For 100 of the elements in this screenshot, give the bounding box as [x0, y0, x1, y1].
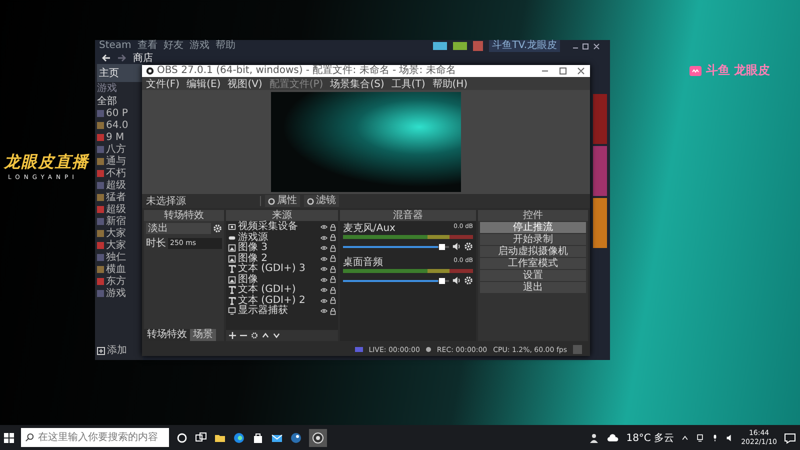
menu-item[interactable]: 帮助: [215, 40, 236, 52]
notification-icon[interactable]: [784, 432, 796, 444]
source-name[interactable]: 图像 2: [238, 254, 318, 264]
game-title[interactable]: 横血: [106, 264, 126, 275]
source-name[interactable]: 视频采集设备: [238, 222, 318, 232]
control-button[interactable]: 开始录制: [480, 234, 586, 245]
settings-icon[interactable]: [251, 332, 258, 339]
control-button[interactable]: 工作室模式: [480, 258, 586, 269]
game-title[interactable]: 不朽: [106, 168, 126, 179]
control-button[interactable]: 启动虚拟摄像机: [480, 246, 586, 257]
lock-icon[interactable]: [330, 286, 336, 294]
menu-item[interactable]: 编辑(E): [186, 76, 221, 90]
lock-icon[interactable]: [330, 297, 336, 304]
source-name[interactable]: 显示器捕获: [238, 306, 318, 316]
source-name[interactable]: 图像: [238, 274, 318, 285]
account-name[interactable]: 斗鱼TV.龙眼皮: [489, 40, 560, 52]
menu-item[interactable]: 视图(V): [228, 76, 262, 90]
eye-icon[interactable]: [320, 308, 328, 314]
eye-icon[interactable]: [320, 256, 328, 262]
game-title[interactable]: 猛者: [106, 192, 126, 203]
back-icon[interactable]: [101, 53, 111, 63]
menu-item[interactable]: Steam: [99, 40, 132, 52]
group-label[interactable]: 全部: [97, 96, 143, 107]
source-name[interactable]: 游戏源: [238, 232, 318, 243]
eye-icon[interactable]: [320, 266, 328, 272]
menu-item[interactable]: 场景集合(S): [330, 76, 384, 90]
game-title[interactable]: 60 P: [106, 108, 128, 119]
game-title[interactable]: 游戏: [106, 288, 126, 299]
menu-item[interactable]: 帮助(H): [432, 76, 468, 90]
mail-icon[interactable]: [271, 432, 283, 444]
settings-icon[interactable]: [213, 224, 222, 233]
eye-icon[interactable]: [320, 245, 328, 252]
menu-item[interactable]: 游戏: [189, 40, 210, 52]
settings-icon[interactable]: [464, 242, 473, 251]
game-title[interactable]: 新宿: [106, 216, 126, 227]
remove-icon[interactable]: [240, 332, 247, 339]
windows-icon[interactable]: [4, 432, 14, 442]
game-title[interactable]: 八方: [106, 144, 126, 155]
add-game-link[interactable]: 添加: [107, 345, 127, 356]
announcement-button[interactable]: [433, 42, 448, 50]
source-name[interactable]: 图像 3: [238, 243, 318, 254]
move-down-icon[interactable]: [273, 332, 280, 339]
dock-tab[interactable]: 场景: [190, 329, 216, 341]
eye-icon[interactable]: [320, 276, 328, 283]
game-title[interactable]: 64.0: [106, 120, 128, 131]
add-icon[interactable]: [229, 332, 236, 339]
game-title[interactable]: 超级: [106, 180, 126, 191]
settings-icon[interactable]: [464, 276, 473, 285]
lock-icon[interactable]: [330, 308, 336, 315]
source-bar-button[interactable]: 属性: [265, 195, 300, 207]
lock-icon[interactable]: [330, 244, 336, 252]
game-title[interactable]: 东方: [106, 276, 126, 287]
forward-icon[interactable]: [117, 53, 127, 63]
game-title[interactable]: 大家: [106, 240, 126, 251]
window-controls-icon[interactable]: [540, 67, 586, 75]
game-title[interactable]: 通与: [106, 156, 126, 167]
eye-icon[interactable]: [320, 298, 328, 304]
speaker-icon[interactable]: [452, 242, 461, 251]
obs-icon[interactable]: [309, 428, 327, 446]
store-tab[interactable]: 商店: [133, 52, 153, 64]
control-button[interactable]: 退出: [480, 282, 586, 293]
home-button[interactable]: 主页: [97, 64, 143, 82]
lock-icon[interactable]: [330, 234, 336, 242]
browser-icon[interactable]: [233, 432, 245, 444]
lock-icon[interactable]: [330, 266, 336, 273]
source-name[interactable]: 文本 (GDI+) 3: [238, 264, 318, 274]
slider-handle[interactable]: [439, 244, 445, 250]
menu-item[interactable]: 好友: [163, 40, 184, 52]
eye-icon[interactable]: [320, 234, 328, 241]
circle-icon[interactable]: [176, 432, 188, 444]
menu-item[interactable]: 工具(T): [391, 76, 426, 90]
source-name[interactable]: 文本 (GDI+) 2: [238, 296, 318, 306]
menu-item[interactable]: 查看: [137, 40, 158, 52]
eye-icon[interactable]: [320, 287, 328, 294]
caret-icon[interactable]: [681, 434, 690, 442]
game-title[interactable]: 9 M: [106, 132, 124, 143]
game-title[interactable]: 独仁: [106, 252, 126, 263]
source-name[interactable]: 文本 (GDI+): [238, 285, 318, 296]
dock-tab[interactable]: 转场特效: [144, 329, 190, 341]
person-icon[interactable]: [588, 432, 600, 444]
add-icon[interactable]: [97, 346, 105, 354]
weather-label[interactable]: 18°C 多云: [626, 430, 674, 444]
speaker-icon[interactable]: [452, 276, 461, 285]
lock-icon[interactable]: [330, 276, 336, 284]
game-title[interactable]: 大家: [106, 228, 126, 239]
game-title[interactable]: 超级: [106, 204, 126, 215]
shopping-bag-icon[interactable]: [252, 432, 264, 444]
transition-dropdown[interactable]: 淡出: [146, 223, 211, 234]
control-button[interactable]: 停止推流: [480, 222, 586, 233]
source-bar-button[interactable]: 滤镜: [304, 195, 339, 207]
lock-icon[interactable]: [330, 255, 336, 262]
control-button[interactable]: 设置: [480, 270, 586, 281]
steam-icon[interactable]: [290, 432, 302, 444]
notification-button[interactable]: [453, 42, 468, 50]
lock-icon[interactable]: [330, 224, 336, 231]
move-up-icon[interactable]: [262, 332, 269, 339]
task-view-icon[interactable]: [195, 432, 207, 444]
slider-handle[interactable]: [439, 278, 445, 284]
eye-icon[interactable]: [320, 224, 328, 230]
menu-item[interactable]: 文件(F): [146, 76, 180, 90]
